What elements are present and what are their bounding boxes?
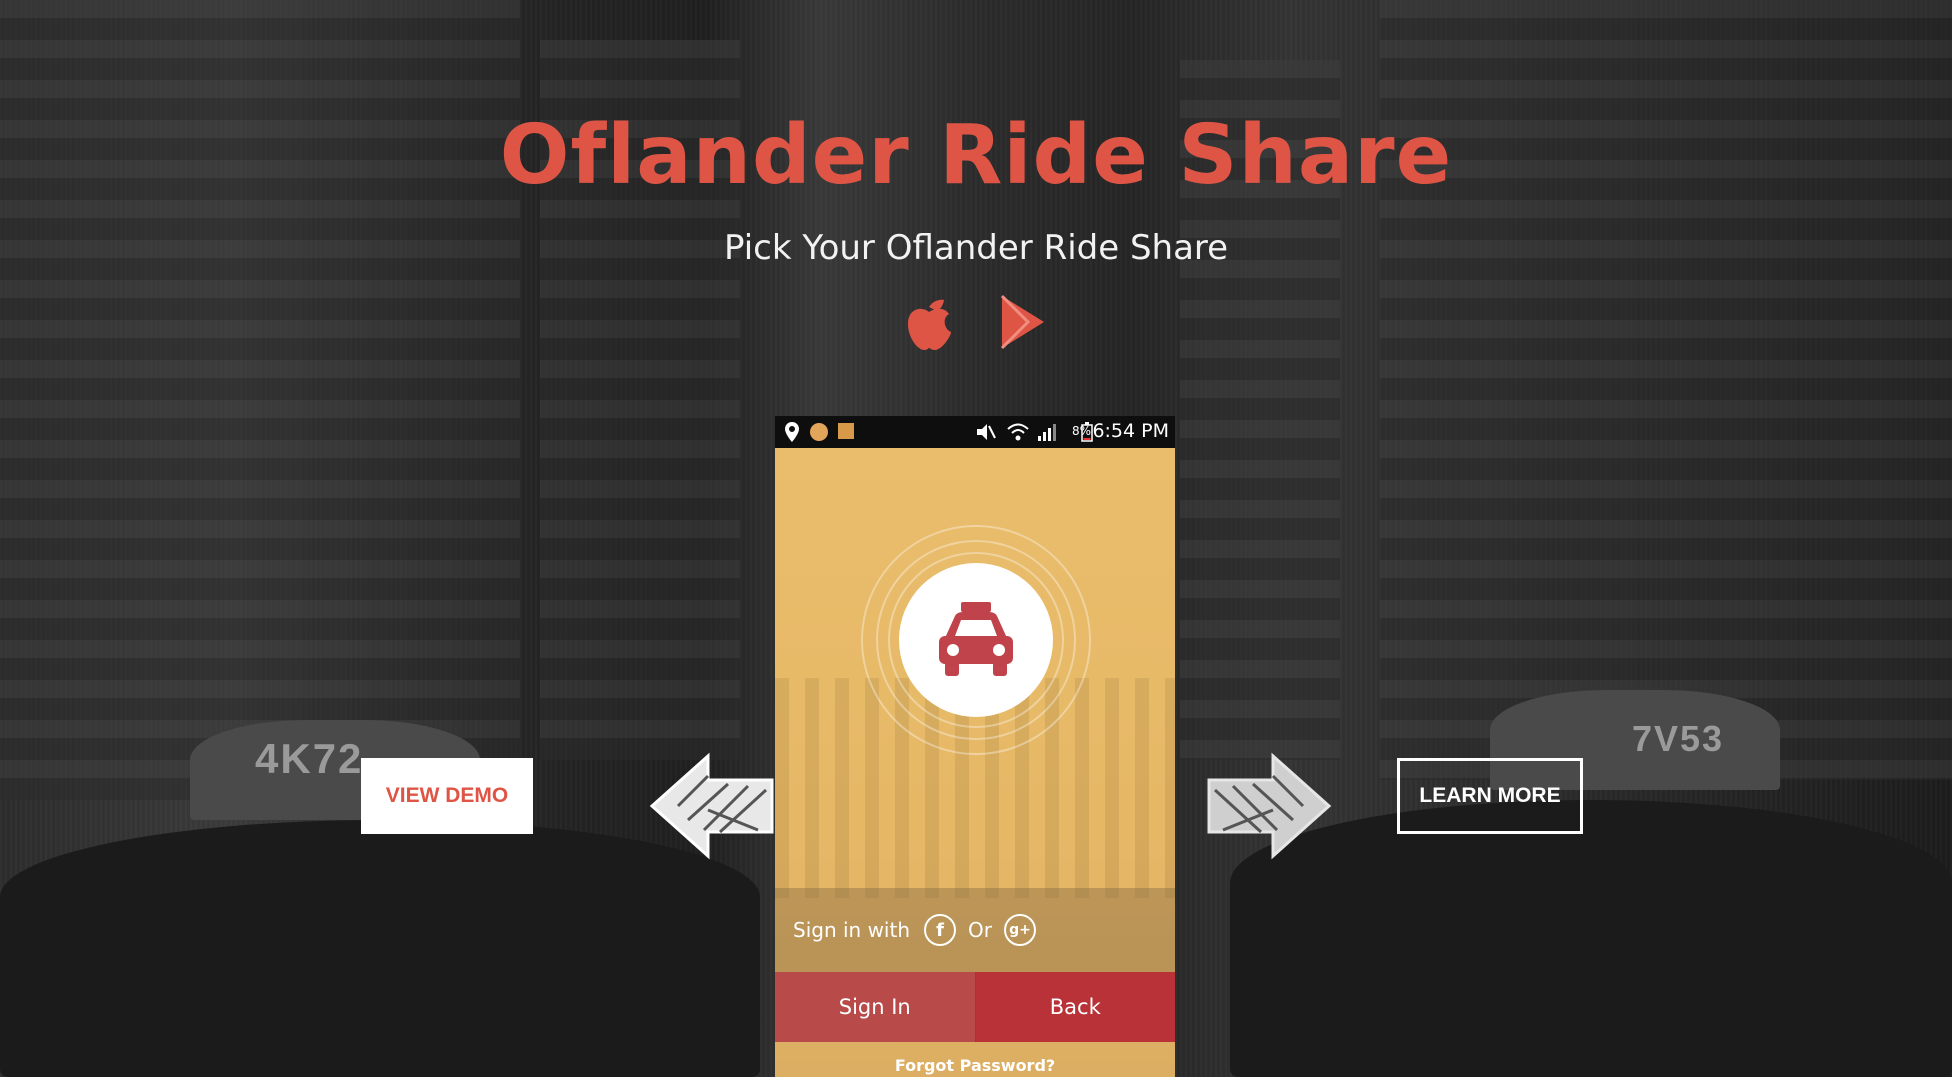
view-demo-button[interactable]: VIEW DEMO bbox=[361, 758, 533, 834]
sign-in-button[interactable]: Sign In bbox=[775, 972, 976, 1042]
store-icons bbox=[900, 292, 1060, 356]
or-label: Or bbox=[968, 918, 992, 942]
battery-icon bbox=[1081, 422, 1093, 442]
mute-icon bbox=[977, 424, 996, 440]
google-plus-icon[interactable]: g+ bbox=[1003, 914, 1036, 946]
social-sign-in-row: Sign in with f Or g+ bbox=[775, 888, 1175, 972]
taxi-left bbox=[0, 820, 760, 1077]
image-notification-icon bbox=[838, 423, 854, 439]
apple-icon[interactable] bbox=[904, 292, 954, 352]
google-play-icon[interactable] bbox=[998, 292, 1048, 352]
back-button[interactable]: Back bbox=[975, 972, 1175, 1042]
taxi-right bbox=[1230, 800, 1952, 1077]
login-screen: Sign in with f Or g+ Sign In Back Forgot… bbox=[775, 448, 1175, 1077]
hero-subtitle: Pick Your Oflander Ride Share bbox=[723, 228, 1229, 268]
signal-icon bbox=[1038, 424, 1056, 441]
taxi-left-number: 4K72 bbox=[255, 735, 364, 782]
sign-in-with-label: Sign in with bbox=[793, 918, 911, 942]
phone-mockup: 8% 6:54 PM Sign in with f Or g+ Sign In … bbox=[775, 416, 1175, 1077]
status-time: 6:54 PM bbox=[1092, 420, 1169, 442]
learn-more-button[interactable]: LEARN MORE bbox=[1397, 758, 1583, 834]
facebook-icon[interactable]: f bbox=[924, 914, 957, 946]
taxi-right-number: 7V53 bbox=[1632, 718, 1725, 759]
taxi-icon bbox=[939, 602, 1013, 676]
arrow-left-icon bbox=[649, 752, 774, 860]
hero-title: Oflander Ride Share bbox=[499, 108, 1453, 203]
app-notification-icon bbox=[810, 423, 828, 441]
wifi-icon bbox=[1007, 423, 1029, 441]
phone-status-bar: 8% 6:54 PM bbox=[775, 416, 1175, 448]
arrow-right-icon bbox=[1207, 752, 1332, 860]
forgot-password-link[interactable]: Forgot Password? bbox=[775, 1056, 1175, 1075]
location-pin-icon bbox=[785, 422, 799, 442]
app-logo bbox=[899, 563, 1053, 717]
auth-actions: Sign In Back bbox=[775, 972, 1175, 1042]
